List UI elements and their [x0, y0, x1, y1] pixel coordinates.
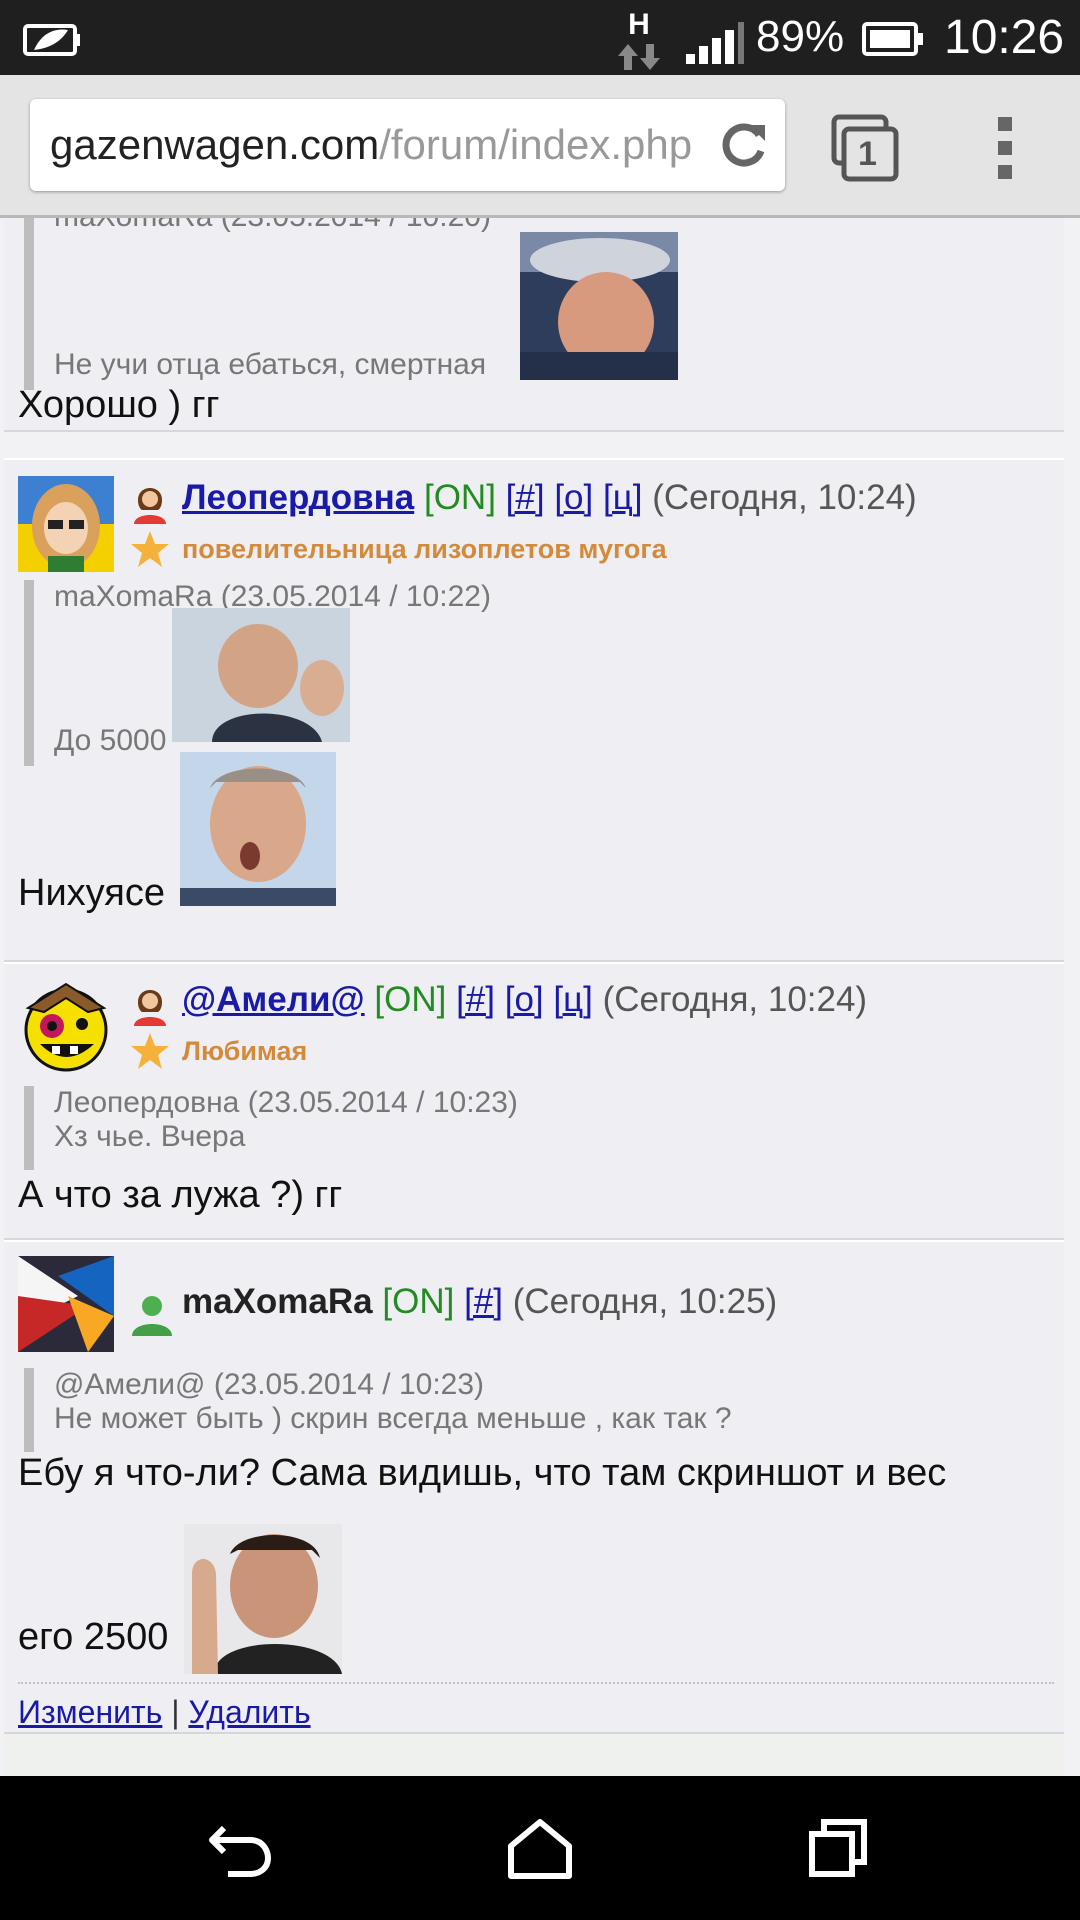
online-status: [ON]: [382, 1282, 455, 1321]
photo-surprised-man[interactable]: [180, 752, 336, 906]
post-link-reply[interactable]: [о]: [505, 980, 544, 1019]
edit-link[interactable]: Изменить: [18, 1694, 162, 1730]
author-name-link[interactable]: Леопердовна: [182, 478, 414, 517]
photo-shouting-politician[interactable]: [172, 608, 350, 742]
post-quote: @Амели@ (23.05.2014 / 10:23) Не может бы…: [24, 1368, 732, 1452]
post-link-reply[interactable]: [о]: [554, 478, 593, 517]
star-icon: [131, 1033, 169, 1069]
post-body: Хорошо ) гг: [18, 384, 220, 426]
leaf-battery-saver-icon: [23, 24, 80, 56]
forum-thread: maXomaRa (23.05.2014 / 10:20) Не учи отц…: [0, 218, 1080, 1778]
user-status-icons: [130, 480, 170, 570]
post-body: Нихуясе: [18, 872, 165, 914]
clock: 10:26: [944, 11, 1065, 64]
divider: [18, 1682, 1054, 1684]
quote-header: maXomaRa (23.05.2014 / 10:20): [54, 218, 491, 234]
browser-toolbar: gazenwagen.com/forum/index.php 1: [0, 75, 1080, 218]
status-bar: H 89% 10:26: [0, 0, 1080, 75]
post-quote: Леопердовна (23.05.2014 / 10:23) Хз чье.…: [24, 1086, 518, 1170]
post-author-line: @Амели@ [ON] [#] [о] [ц] (Сегодня, 10:24…: [182, 980, 867, 1020]
post-author-line: maXomaRa [ON] [#] (Сегодня, 10:25): [182, 1282, 777, 1322]
author-name[interactable]: maXomaRa: [182, 1282, 373, 1321]
female-user-icon: [134, 990, 166, 1026]
delete-link[interactable]: Удалить: [188, 1694, 310, 1730]
recents-icon[interactable]: [806, 1816, 876, 1880]
battery-icon: [862, 22, 923, 56]
home-icon[interactable]: [505, 1816, 575, 1880]
quote-text: Не может быть ) скрин всегда меньше , ка…: [54, 1402, 732, 1435]
battery-percent: 89%: [756, 12, 845, 61]
quote-header: @Амели@ (23.05.2014 / 10:23): [54, 1368, 485, 1401]
quote-text: Не учи отца ебаться, смертная: [54, 348, 487, 381]
post-body: А что за лужа ?) гг: [18, 1174, 343, 1216]
forum-post: @Амели@ [ON] [#] [о] [ц] (Сегодня, 10:24…: [4, 962, 1064, 1240]
back-icon[interactable]: [206, 1816, 276, 1880]
author-name-link[interactable]: @Амели@: [182, 980, 365, 1019]
photo-man-in-uniform[interactable]: [520, 232, 678, 380]
photo-man-raising-hand[interactable]: [184, 1524, 342, 1674]
post-link-quote[interactable]: [ц]: [603, 478, 643, 517]
network-h-icon: H: [614, 8, 664, 70]
forum-post: Леопердовна [ON] [#] [о] [ц] (Сегодня, 1…: [4, 458, 1064, 962]
url-host: gazenwagen.com: [50, 121, 380, 168]
female-user-icon: [134, 488, 166, 524]
user-rank: повелительница лизоплетов мугога: [182, 534, 667, 564]
reload-icon[interactable]: [715, 117, 771, 173]
post-time: (Сегодня, 10:24): [602, 980, 868, 1019]
navigation-bar: [0, 1776, 1080, 1920]
avatar[interactable]: [18, 1256, 114, 1352]
post-body: Ебу я что-ли? Сама видишь, что там скрин…: [18, 1452, 947, 1494]
quote-header: Леопердовна (23.05.2014 / 10:23): [54, 1086, 518, 1119]
online-status: [ON]: [374, 980, 447, 1019]
post-actions: Изменить | Удалить: [18, 1694, 311, 1731]
signal-icon: [686, 22, 744, 64]
overflow-menu-icon[interactable]: [990, 115, 1020, 181]
editor-toolbar: [4, 1732, 1064, 1778]
forum-post: maXomaRa (23.05.2014 / 10:20) Не учи отц…: [4, 218, 1064, 432]
url-text[interactable]: gazenwagen.com/forum/index.php: [50, 121, 715, 169]
post-link-hash[interactable]: [#]: [506, 478, 545, 517]
post-quote: maXomaRa (23.05.2014 / 10:20) Не учи отц…: [24, 218, 491, 390]
avatar[interactable]: [18, 978, 114, 1074]
post-link-quote[interactable]: [ц]: [553, 980, 593, 1019]
quote-text: Хз чье. Вчера: [54, 1120, 246, 1153]
post-body-continued: его 2500: [18, 1616, 169, 1658]
action-separator: |: [171, 1694, 180, 1730]
tab-count: 1: [858, 135, 877, 173]
male-user-icon: [132, 1296, 172, 1336]
post-time: (Сегодня, 10:24): [652, 478, 917, 517]
online-status: [ON]: [423, 478, 496, 517]
quote-text: До 5000: [54, 724, 167, 757]
address-bar[interactable]: gazenwagen.com/forum/index.php: [30, 99, 785, 191]
tabs-button[interactable]: 1: [830, 113, 900, 183]
post-time: (Сегодня, 10:25): [512, 1282, 778, 1321]
user-status-icons: [130, 982, 170, 1072]
star-icon: [131, 531, 169, 567]
forum-post: maXomaRa [ON] [#] (Сегодня, 10:25) @Амел…: [4, 1240, 1064, 1734]
post-link-hash[interactable]: [#]: [464, 1282, 503, 1321]
post-author-line: Леопердовна [ON] [#] [о] [ц] (Сегодня, 1…: [182, 478, 917, 518]
url-path: /forum/index.php: [379, 121, 693, 168]
post-link-hash[interactable]: [#]: [456, 980, 495, 1019]
avatar[interactable]: [18, 476, 114, 572]
user-rank: Любимая: [182, 1036, 308, 1066]
